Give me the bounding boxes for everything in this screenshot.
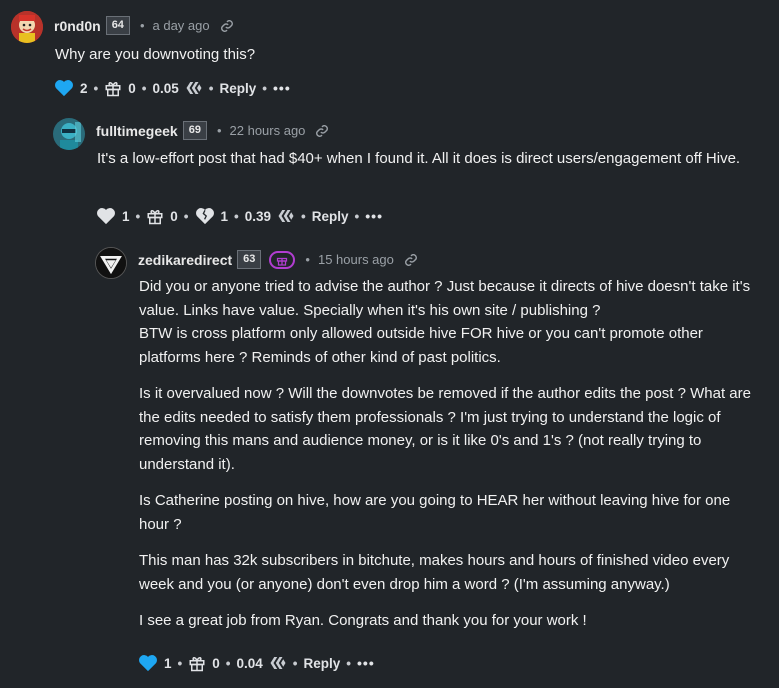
comment-text: BTW is cross platform only allowed outsi… [139,325,703,366]
reply-button[interactable]: Reply [312,209,349,224]
payout-value[interactable]: 0.04 [237,656,263,671]
link-icon[interactable] [404,253,418,267]
reply-button[interactable]: Reply [220,81,257,96]
link-icon[interactable] [220,19,234,33]
avatar[interactable] [53,118,85,150]
more-options-button[interactable]: ••• [365,208,383,224]
avatar-image [53,118,85,150]
gift-badge[interactable] [269,250,296,269]
gift-icon[interactable] [188,654,206,672]
more-options-button[interactable]: ••• [273,80,291,96]
author-name[interactable]: fulltimegeek [96,123,178,139]
gift-count: 0 [128,80,136,96]
comment-header: r0nd0n 64 • a day ago [54,16,234,35]
gift-count: 0 [212,655,220,671]
more-options-button[interactable]: ••• [357,655,375,671]
reputation-badge: 69 [182,121,207,140]
comment-header: zedikaredirect 63 • 15 hours ago [138,250,418,269]
comment-body: It's a low-effort post that had $40+ whe… [97,147,762,171]
downvote-broken-heart-icon[interactable] [195,207,215,225]
comment-text: Why are you downvoting this? [55,46,256,63]
author-name[interactable]: r0nd0n [54,18,101,34]
reputation-badge: 64 [105,16,130,35]
comment-text: It's a low-effort post that had $40+ whe… [97,150,741,167]
hive-icon [185,80,203,96]
timestamp[interactable]: 15 hours ago [318,252,394,267]
comment-actions: 1 • 0 • 1 • 0.39 • Reply • ••• [96,207,383,225]
upvote-count[interactable]: 1 [164,656,172,671]
timestamp[interactable]: a day ago [153,18,210,33]
author-name[interactable]: zedikaredirect [138,252,232,268]
separator-dot: • [216,123,222,138]
comment-text: Did you or anyone tried to advise the au… [139,278,751,319]
gift-icon[interactable] [104,79,122,97]
comment-actions: 2 • 0 • 0.05 • Reply • ••• [54,79,291,97]
upvote-count[interactable]: 2 [80,81,88,96]
upvote-heart-icon[interactable] [54,79,74,97]
gift-count: 0 [170,208,178,224]
hive-icon [269,655,287,671]
hive-icon [277,208,295,224]
reputation-badge: 63 [237,250,262,269]
comment-text: I see a great job from Ryan. Congrats an… [139,612,587,629]
separator-dot: • [139,18,145,33]
avatar-image [11,11,43,43]
separator-dot: • [305,252,310,267]
comment-text: Is Catherine posting on hive, how are yo… [139,492,731,533]
link-icon[interactable] [315,124,329,138]
avatar[interactable] [95,247,127,279]
comment-body: Why are you downvoting this? [55,43,755,67]
upvote-heart-icon[interactable] [96,207,116,225]
comment-header: fulltimegeek 69 • 22 hours ago [96,121,329,140]
timestamp[interactable]: 22 hours ago [230,123,306,138]
comment-text: Is it overvalued now ? Will the downvote… [139,385,751,473]
reply-button[interactable]: Reply [304,656,341,671]
gift-icon [277,257,288,266]
avatar[interactable] [11,11,43,43]
payout-value[interactable]: 0.05 [153,81,179,96]
comment-body: Did you or anyone tried to advise the au… [139,275,764,633]
gift-icon[interactable] [146,207,164,225]
upvote-heart-icon[interactable] [138,654,158,672]
upvote-count[interactable]: 1 [122,209,130,224]
downvote-count[interactable]: 1 [221,209,229,224]
comment-text: This man has 32k subscribers in bitchute… [139,552,730,593]
avatar-image [96,248,126,278]
payout-value[interactable]: 0.39 [245,209,271,224]
comment-actions: 1 • 0 • 0.04 • Reply • ••• [138,654,375,672]
